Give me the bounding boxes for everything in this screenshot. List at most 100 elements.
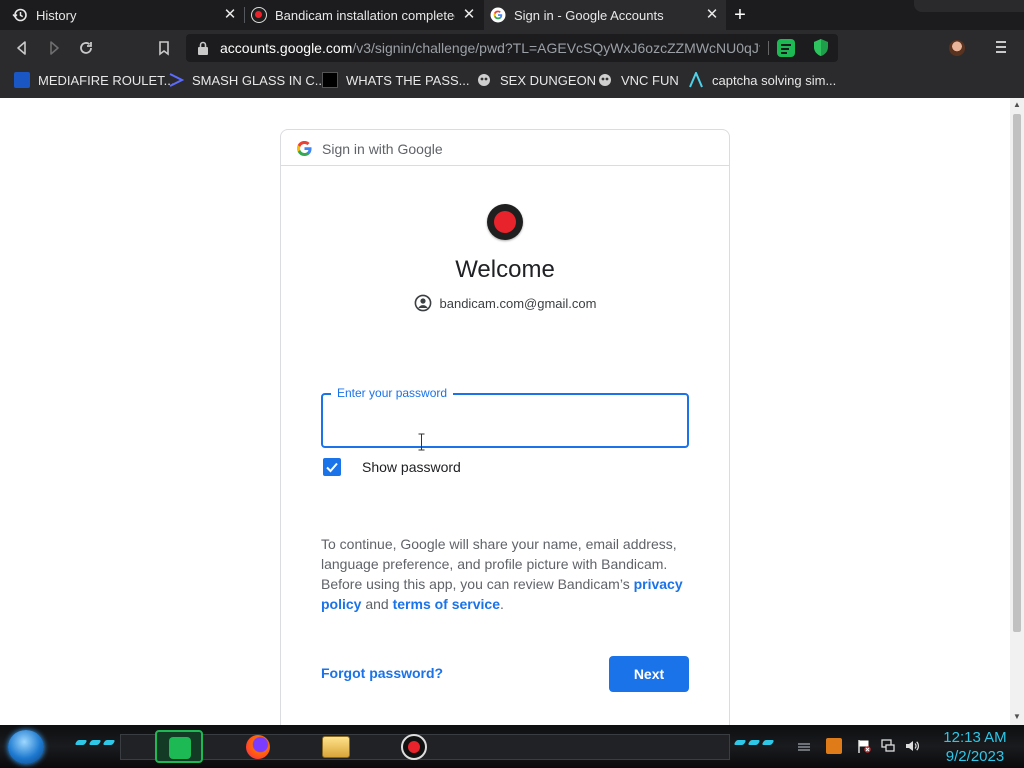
page-content: Sign in with Google Welcome bandicam.com… xyxy=(0,98,1010,725)
card-header-title: Sign in with Google xyxy=(322,141,443,157)
omnibox-divider xyxy=(768,41,769,55)
smash-glass-icon xyxy=(168,72,185,88)
new-tab-button[interactable]: + xyxy=(731,5,749,25)
url-path: /v3/signin/challenge/pwd?TL=AGEVcSQyWxJ6… xyxy=(352,40,760,56)
welcome-heading: Welcome xyxy=(455,256,555,283)
address-bar[interactable]: accounts.google.com/v3/signin/challenge/… xyxy=(186,34,838,62)
robot-icon xyxy=(597,72,613,88)
taskbar-decoration xyxy=(747,740,761,745)
back-button[interactable] xyxy=(12,38,32,58)
terms-of-service-link[interactable]: terms of service xyxy=(393,596,500,612)
forward-arrow-icon xyxy=(50,41,59,55)
forward-button[interactable] xyxy=(44,38,64,58)
taskbar-decoration xyxy=(102,740,116,745)
taskbar: 12:13 AM 9/2/2023 xyxy=(0,725,1024,768)
dark-square-icon xyxy=(322,72,338,88)
bookmark-vnc-fun[interactable]: VNC FUN xyxy=(597,66,679,94)
taskbar-spotify[interactable] xyxy=(155,730,203,763)
mediafire-icon xyxy=(14,72,30,88)
taskbar-firefox[interactable] xyxy=(234,730,282,763)
browser-menu-button[interactable] xyxy=(994,39,1008,57)
start-orb[interactable] xyxy=(8,730,44,764)
google-logo-icon xyxy=(296,140,312,157)
close-icon[interactable]: ✕ xyxy=(222,7,238,23)
bookmark-smash-glass[interactable]: SMASH GLASS IN C... xyxy=(168,66,326,94)
back-arrow-icon xyxy=(17,41,26,55)
account-email: bandicam.com@gmail.com xyxy=(439,295,597,311)
show-password-checkbox[interactable] xyxy=(323,458,341,476)
system-clock[interactable]: 12:13 AM 9/2/2023 xyxy=(930,728,1020,766)
bookmark-mediafire[interactable]: MEDIAFIRE ROULET... xyxy=(14,66,175,94)
tab-strip: History ✕ Bandicam installation complete… xyxy=(0,0,1024,30)
network-icon[interactable] xyxy=(880,738,896,754)
next-button[interactable]: Next xyxy=(609,656,689,692)
consent-and: and xyxy=(365,596,389,612)
window-decoration xyxy=(914,0,1024,12)
show-password-toggle[interactable]: Show password xyxy=(323,458,461,476)
bookmark-label: MEDIAFIRE ROULET... xyxy=(38,72,175,88)
consent-text: To continue, Google will share your name… xyxy=(321,534,691,614)
bandicam-app-logo xyxy=(487,204,523,240)
file-explorer-icon xyxy=(322,736,350,758)
password-label: Enter your password xyxy=(331,386,454,400)
tab-bandicam[interactable]: Bandicam installation completed s ✕ xyxy=(245,0,483,30)
tab-label: Sign in - Google Accounts xyxy=(514,8,664,23)
bookmark-button[interactable] xyxy=(154,38,174,58)
taskbar-bandicam[interactable] xyxy=(390,730,438,763)
action-center-flag-icon[interactable] xyxy=(856,738,872,754)
taskbar-decoration xyxy=(761,740,775,745)
consent-period: . xyxy=(500,596,504,612)
forgot-password-link[interactable]: Forgot password? xyxy=(321,665,443,681)
account-chip[interactable]: bandicam.com@gmail.com xyxy=(281,294,729,312)
robot-icon xyxy=(476,72,492,88)
bandicam-icon xyxy=(401,734,427,760)
browser-toolbar: accounts.google.com/v3/signin/challenge/… xyxy=(0,30,1024,66)
tab-history[interactable]: History ✕ xyxy=(0,0,244,30)
text-cursor-icon xyxy=(418,433,425,451)
bookmark-sex-dungeon[interactable]: SEX DUNGEON xyxy=(476,66,596,94)
card-header: Sign in with Google xyxy=(281,130,729,166)
password-input[interactable] xyxy=(335,409,675,433)
spotify-icon xyxy=(169,737,191,759)
volume-icon[interactable] xyxy=(904,738,920,754)
profile-avatar[interactable] xyxy=(949,40,965,56)
taskbar-file-explorer[interactable] xyxy=(312,730,360,763)
taskbar-decoration xyxy=(88,740,102,745)
scroll-up-icon[interactable]: ▲ xyxy=(1013,101,1021,109)
bookmark-label: SMASH GLASS IN C... xyxy=(192,72,326,88)
bookmark-icon xyxy=(159,41,169,56)
close-icon[interactable]: ✕ xyxy=(704,7,720,23)
tab-google-signin[interactable]: Sign in - Google Accounts ✕ xyxy=(484,0,726,30)
bookmarks-bar: MEDIAFIRE ROULET... SMASH GLASS IN C... … xyxy=(0,66,1024,98)
tray-app-icon[interactable] xyxy=(826,738,842,754)
bookmark-whats-the-pass[interactable]: WHATS THE PASS... xyxy=(322,66,470,94)
clock-date: 9/2/2023 xyxy=(945,748,1005,765)
history-icon xyxy=(12,7,28,23)
reload-button[interactable] xyxy=(76,38,96,58)
taskbar-decoration xyxy=(74,740,88,745)
shield-extension-icon[interactable] xyxy=(813,38,829,57)
scrollbar-thumb[interactable] xyxy=(1013,114,1021,632)
url-host: accounts.google.com xyxy=(220,40,353,56)
bookmark-label: VNC FUN xyxy=(621,72,679,88)
lock-icon xyxy=(196,40,210,56)
show-password-label: Show password xyxy=(362,459,461,475)
page-scrollbar[interactable]: ▲ ▼ xyxy=(1010,98,1024,725)
reload-icon xyxy=(80,42,92,54)
signin-card: Sign in with Google Welcome bandicam.com… xyxy=(280,129,730,725)
bookmark-label: SEX DUNGEON xyxy=(500,72,597,88)
url-text: accounts.google.com/v3/signin/challenge/… xyxy=(220,40,760,56)
checkmark-icon xyxy=(326,462,338,473)
google-icon xyxy=(490,7,506,23)
clock-time: 12:13 AM xyxy=(943,729,1007,746)
scroll-down-icon[interactable]: ▼ xyxy=(1013,713,1021,721)
bookmark-captcha[interactable]: captcha solving sim... xyxy=(688,66,836,94)
password-field[interactable]: Enter your password xyxy=(321,386,689,451)
firefox-icon xyxy=(246,735,270,759)
close-icon[interactable]: ✕ xyxy=(461,7,477,23)
show-hidden-icons-icon[interactable] xyxy=(796,738,812,754)
bookmark-label: captcha solving sim... xyxy=(712,72,837,88)
taskbar-decoration xyxy=(733,740,747,745)
spotify-extension-icon[interactable] xyxy=(777,39,795,57)
tab-label: History xyxy=(36,8,77,23)
